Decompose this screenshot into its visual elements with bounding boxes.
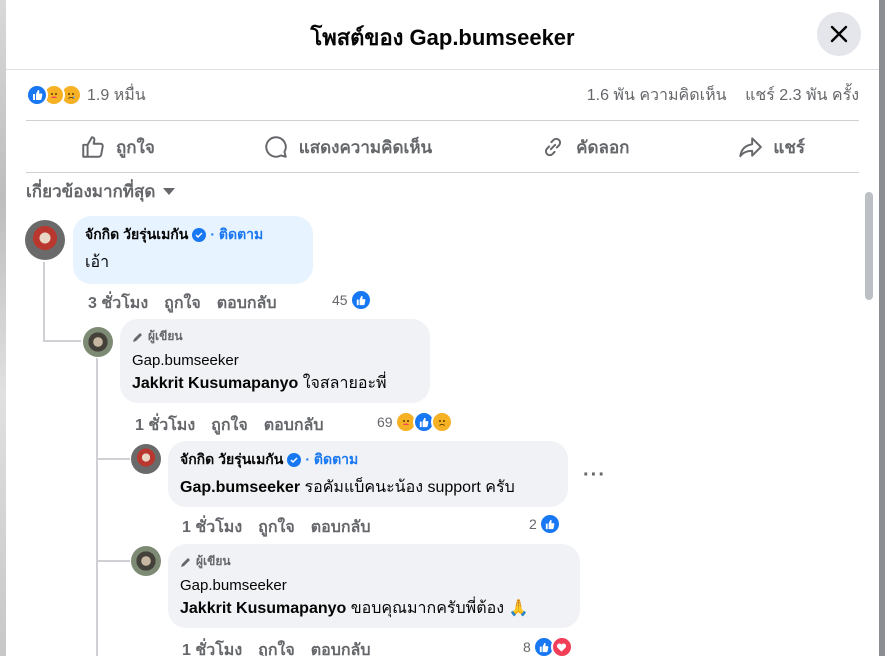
caret-down-icon: [163, 187, 176, 195]
comment-meta: 1 ชั่วโมง ถูกใจ ตอบกลับ: [135, 413, 324, 438]
comment-reactions[interactable]: 8: [523, 636, 573, 656]
comment-like-link[interactable]: ถูกใจ: [211, 413, 248, 438]
comment-text: Jakkrit Kusumapanyo ใจสลายอะพี่: [132, 371, 418, 396]
pray-emoji: 🙏: [508, 600, 529, 617]
like-button[interactable]: ถูกใจ: [66, 128, 169, 167]
reaction-count: 8: [523, 639, 531, 655]
copy-label: คัดลอก: [576, 137, 630, 157]
scrollbar[interactable]: [865, 192, 873, 300]
comment-time[interactable]: 1 ชั่วโมง: [182, 638, 242, 656]
post-dialog: โพสต์ของ Gap.bumseeker 1.9 หมื่น 1.6 พัน…: [6, 0, 879, 656]
comment-body: รอคัมแบ็คนะน้อง support ครับ: [300, 479, 515, 496]
pencil-icon: [181, 557, 190, 567]
comment-reactions[interactable]: 2: [529, 513, 561, 535]
comment-icon: [265, 136, 287, 158]
like-reaction-icon: [538, 513, 561, 535]
commenter-name[interactable]: จักกิด วัยรุ่นเมกัน: [180, 449, 283, 471]
comment-time[interactable]: 1 ชั่วโมง: [135, 413, 195, 438]
commenter-name[interactable]: Gap.bumseeker: [132, 352, 418, 369]
avatar[interactable]: [25, 220, 65, 260]
comment-label: แสดงความคิดเห็น: [298, 137, 433, 157]
comment-like-link[interactable]: ถูกใจ: [258, 638, 295, 656]
reaction-count: 1.9 หมื่น: [87, 86, 146, 104]
thread-line: [43, 262, 45, 342]
comment-body: ใจสลายอะพี่: [298, 375, 387, 392]
stats-right: 1.6 พัน ความคิดเห็น แชร์ 2.3 พัน ครั้ง: [573, 83, 859, 108]
comment-bubble: จักกิด วัยรุ่นเมกัน · ติดตาม Gap.bumseek…: [168, 441, 568, 507]
avatar[interactable]: [131, 546, 161, 576]
comment-reply-link[interactable]: ตอบกลับ: [311, 638, 371, 656]
dialog-header: โพสต์ของ Gap.bumseeker: [6, 0, 879, 70]
comment-count-link[interactable]: 1.6 พัน ความคิดเห็น: [587, 87, 727, 104]
avatar[interactable]: [83, 327, 113, 357]
share-icon: [739, 137, 763, 158]
comment-text: เอ้า: [85, 254, 110, 271]
close-icon: [830, 25, 848, 43]
comment-time[interactable]: 3 ชั่วโมง: [88, 291, 148, 316]
author-tag: ผู้เขียน: [196, 554, 231, 568]
follow-link[interactable]: · ติดตาม: [210, 224, 263, 246]
comment-reply-link[interactable]: ตอบกลับ: [264, 413, 324, 438]
comment-meta: 1 ชั่วโมง ถูกใจ ตอบกลับ: [182, 638, 371, 656]
divider: [26, 120, 859, 121]
thread-line: [96, 560, 130, 562]
comment-body: ขอบคุณมากครับพี่ต้อง: [346, 600, 505, 617]
comment-sort-dropdown[interactable]: เกี่ยวข้องมากที่สุด: [26, 178, 176, 205]
comment-time[interactable]: 1 ชั่วโมง: [182, 515, 242, 540]
comment-text: Gap.bumseeker รอคัมแบ็คนะน้อง support คร…: [180, 475, 556, 500]
thread-line: [96, 358, 98, 656]
like-label: ถูกใจ: [115, 137, 155, 157]
comment-text: Jakkrit Kusumapanyo ขอบคุณมากครับพี่ต้อง…: [180, 596, 568, 621]
comment-reply-link[interactable]: ตอบกลับ: [217, 291, 277, 316]
more-options-button[interactable]: ···: [583, 464, 606, 487]
verified-badge-icon: [287, 453, 302, 467]
divider: [26, 172, 859, 173]
share-count-link[interactable]: แชร์ 2.3 พัน ครั้ง: [745, 87, 859, 104]
link-icon: [545, 137, 562, 157]
like-reaction-icon: [349, 289, 372, 311]
author-tag: ผู้เขียน: [148, 329, 183, 343]
heart-reaction-icon: [550, 636, 573, 656]
like-reaction-icon: [26, 84, 48, 106]
comment-reactions[interactable]: 45: [332, 289, 372, 311]
comment-bubble: จักกิด วัยรุ่นเมกัน · ติดตาม เอ้า: [73, 216, 313, 284]
avatar[interactable]: [131, 444, 161, 474]
commenter-name[interactable]: Gap.bumseeker: [180, 577, 568, 594]
dialog-title: โพสต์ของ Gap.bumseeker: [310, 25, 575, 50]
comment-bubble: ผู้เขียน Gap.bumseeker Jakkrit Kusumapan…: [168, 544, 580, 628]
comment-like-link[interactable]: ถูกใจ: [258, 515, 295, 540]
reaction-summary[interactable]: 1.9 หมื่น: [26, 83, 146, 108]
comment-bubble: ผู้เขียน Gap.bumseeker Jakkrit Kusumapan…: [120, 319, 430, 403]
share-button[interactable]: แชร์: [723, 128, 819, 167]
reaction-count: 45: [332, 292, 348, 308]
comment-reply-link[interactable]: ตอบกลับ: [311, 515, 371, 540]
post-stats: 1.9 หมื่น 1.6 พัน ความคิดเห็น แชร์ 2.3 พ…: [26, 80, 859, 110]
post-actions: ถูกใจ แสดงความคิดเห็น คัดลอก แชร์: [26, 122, 859, 172]
pencil-icon: [133, 332, 142, 342]
comment-button[interactable]: แสดงความคิดเห็น: [249, 128, 446, 167]
thumbs-up-icon: [82, 136, 104, 158]
comment-meta: 1 ชั่วโมง ถูกใจ ตอบกลับ: [182, 515, 371, 540]
thread-line: [96, 458, 130, 460]
verified-badge-icon: [192, 228, 207, 242]
mention[interactable]: Jakkrit Kusumapanyo: [180, 600, 346, 617]
sort-label: เกี่ยวข้องมากที่สุด: [26, 182, 156, 201]
commenter-name[interactable]: จักกิด วัยรุ่นเมกัน: [85, 224, 188, 246]
mention[interactable]: Jakkrit Kusumapanyo: [132, 375, 298, 392]
comment-like-link[interactable]: ถูกใจ: [164, 291, 201, 316]
share-label: แชร์: [773, 137, 806, 157]
reaction-count: 2: [529, 516, 537, 532]
thread-line: [43, 340, 81, 342]
close-button[interactable]: [817, 12, 861, 56]
comment-meta: 3 ชั่วโมง ถูกใจ ตอบกลับ: [88, 291, 277, 316]
copy-link-button[interactable]: คัดลอก: [526, 128, 643, 167]
mention[interactable]: Gap.bumseeker: [180, 479, 300, 496]
follow-link[interactable]: · ติดตาม: [305, 449, 358, 471]
reaction-count: 69: [377, 414, 393, 430]
comment-reactions[interactable]: 69: [377, 411, 453, 433]
sad-reaction-icon: [430, 411, 453, 433]
